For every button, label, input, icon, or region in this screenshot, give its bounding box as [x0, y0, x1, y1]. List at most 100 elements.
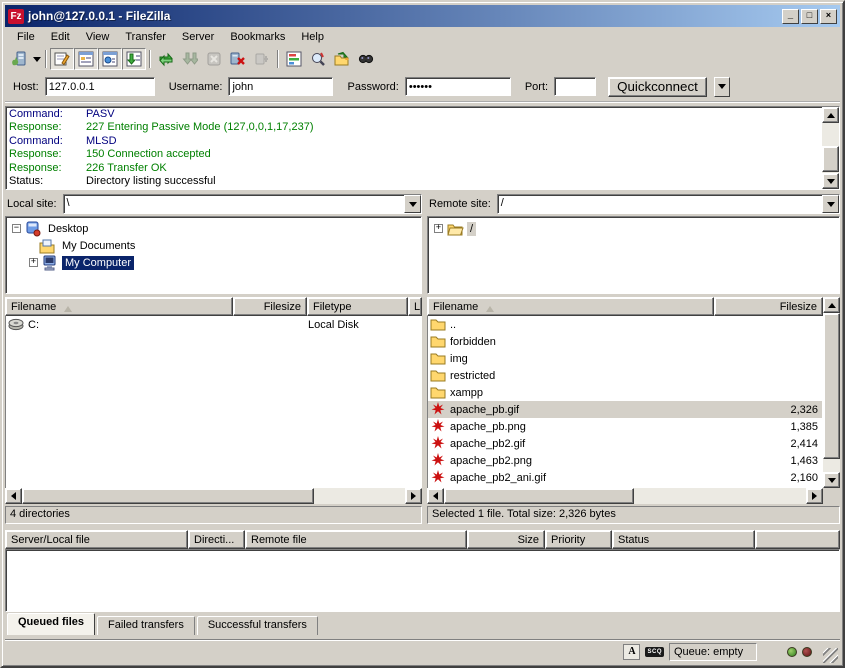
- site-manager-icon[interactable]: [7, 48, 31, 70]
- file-row[interactable]: forbidden: [428, 333, 822, 350]
- scroll-up-icon[interactable]: [823, 297, 840, 313]
- file-row[interactable]: apache_pb2_ani.gif2,160: [428, 469, 822, 486]
- remote-hscroll-thumb[interactable]: [444, 488, 634, 504]
- file-row[interactable]: xampp: [428, 384, 822, 401]
- file-row[interactable]: img: [428, 350, 822, 367]
- tree-item-desktop[interactable]: − Desktop: [8, 220, 419, 237]
- column-header-filetype[interactable]: Filetype: [307, 297, 408, 316]
- remote-site-combo[interactable]: /: [497, 194, 840, 214]
- tab-failed-transfers[interactable]: Failed transfers: [97, 616, 195, 635]
- file-row[interactable]: apache_pb2.gif2,414: [428, 435, 822, 452]
- resize-grip[interactable]: [823, 648, 838, 663]
- menu-bar: File Edit View Transfer Server Bookmarks…: [5, 27, 840, 46]
- scroll-left-icon[interactable]: [5, 488, 22, 504]
- minimize-button[interactable]: _: [782, 9, 799, 24]
- disk-drive-icon: [6, 317, 24, 333]
- menu-edit[interactable]: Edit: [43, 29, 78, 45]
- combo-dropdown-icon[interactable]: [404, 195, 421, 213]
- tab-successful-transfers[interactable]: Successful transfers: [197, 616, 318, 635]
- menu-help[interactable]: Help: [293, 29, 332, 45]
- expand-icon[interactable]: +: [434, 224, 443, 233]
- reconnect-icon[interactable]: [250, 48, 274, 70]
- folder-icon: [428, 368, 446, 384]
- refresh-icon[interactable]: [154, 48, 178, 70]
- log-scrollbar[interactable]: [822, 107, 839, 189]
- column-header-server-local-file[interactable]: Server/Local file: [5, 530, 188, 549]
- compare-directories-icon[interactable]: [306, 48, 330, 70]
- toggle-transfer-queue-icon[interactable]: [122, 48, 146, 70]
- data-type-indicator-icon[interactable]: A: [623, 644, 640, 660]
- toggle-message-log-icon[interactable]: [50, 48, 74, 70]
- tree-item-root[interactable]: + /: [430, 220, 837, 237]
- menu-bookmarks[interactable]: Bookmarks: [222, 29, 293, 45]
- menu-view[interactable]: View: [78, 29, 118, 45]
- toolbar: [5, 46, 840, 72]
- column-header-size[interactable]: Size: [467, 530, 545, 549]
- collapse-icon[interactable]: −: [12, 224, 21, 233]
- file-row-c-drive[interactable]: C: Local Disk: [6, 316, 421, 333]
- sort-ascending-icon: [486, 302, 494, 312]
- maximize-button[interactable]: □: [801, 9, 818, 24]
- scroll-down-icon[interactable]: [823, 472, 840, 488]
- remote-vscroll-thumb[interactable]: [823, 313, 840, 459]
- toggle-local-tree-icon[interactable]: [74, 48, 98, 70]
- column-header-filename[interactable]: Filename: [5, 297, 233, 316]
- tree-item-my-documents[interactable]: My Documents: [8, 237, 419, 254]
- file-row[interactable]: ..: [428, 316, 822, 333]
- title-bar[interactable]: Fz john@127.0.0.1 - FileZilla _ □ ×: [5, 5, 840, 27]
- local-hscroll-thumb[interactable]: [22, 488, 314, 504]
- quickconnect-dropdown-icon[interactable]: [714, 77, 730, 97]
- combo-dropdown-icon[interactable]: [822, 195, 839, 213]
- image-file-icon: [428, 402, 446, 418]
- tree-item-my-computer[interactable]: + My Computer: [8, 254, 419, 271]
- remote-horizontal-scrollbar[interactable]: [427, 488, 823, 504]
- expand-icon[interactable]: +: [29, 258, 38, 267]
- remote-site-value[interactable]: /: [498, 195, 822, 213]
- process-queue-icon[interactable]: [178, 48, 202, 70]
- file-row-selected[interactable]: apache_pb.gif2,326: [428, 401, 822, 418]
- cancel-operation-icon[interactable]: [202, 48, 226, 70]
- column-header-filesize[interactable]: Filesize: [714, 297, 823, 316]
- log-label: Command:: [9, 135, 86, 148]
- remote-tree: + /: [427, 216, 840, 294]
- column-header-priority[interactable]: Priority: [545, 530, 612, 549]
- scroll-right-icon[interactable]: [806, 488, 823, 504]
- speed-limit-icon[interactable]: SCQ: [645, 647, 664, 657]
- disconnect-icon[interactable]: [226, 48, 250, 70]
- filter-icon[interactable]: [282, 48, 306, 70]
- column-header-status[interactable]: Status: [612, 530, 755, 549]
- transfer-queue: Server/Local file Directi... Remote file…: [5, 530, 840, 635]
- toggle-remote-tree-icon[interactable]: [98, 48, 122, 70]
- synchronized-browsing-icon[interactable]: [330, 48, 354, 70]
- search-files-icon[interactable]: [354, 48, 378, 70]
- password-input[interactable]: [405, 77, 511, 96]
- column-header-filesize[interactable]: Filesize: [233, 297, 307, 316]
- log-scroll-thumb[interactable]: [822, 146, 839, 172]
- menu-server[interactable]: Server: [174, 29, 222, 45]
- scroll-up-icon[interactable]: [822, 107, 839, 123]
- port-input[interactable]: [554, 77, 596, 96]
- local-site-value[interactable]: \: [64, 195, 404, 213]
- scroll-left-icon[interactable]: [427, 488, 444, 504]
- close-button[interactable]: ×: [820, 9, 837, 24]
- menu-file[interactable]: File: [9, 29, 43, 45]
- host-input[interactable]: [45, 77, 155, 96]
- quickconnect-button[interactable]: Quickconnect: [608, 77, 707, 97]
- column-header-lastmodified[interactable]: L: [408, 297, 422, 316]
- scroll-right-icon[interactable]: [405, 488, 422, 504]
- scroll-down-icon[interactable]: [822, 173, 839, 189]
- column-header-remote-file[interactable]: Remote file: [245, 530, 467, 549]
- tab-queued-files[interactable]: Queued files: [7, 613, 95, 635]
- username-input[interactable]: [228, 77, 333, 96]
- username-label: Username:: [169, 81, 223, 93]
- file-row[interactable]: apache_pb2.png1,463: [428, 452, 822, 469]
- site-manager-dropdown-icon[interactable]: [31, 48, 42, 70]
- file-row[interactable]: apache_pb.png1,385: [428, 418, 822, 435]
- column-header-filename[interactable]: Filename: [427, 297, 714, 316]
- remote-vertical-scrollbar[interactable]: [823, 297, 840, 488]
- local-site-combo[interactable]: \: [63, 194, 422, 214]
- column-header-direction[interactable]: Directi...: [188, 530, 245, 549]
- local-horizontal-scrollbar[interactable]: [5, 488, 422, 504]
- file-row[interactable]: restricted: [428, 367, 822, 384]
- menu-transfer[interactable]: Transfer: [117, 29, 174, 45]
